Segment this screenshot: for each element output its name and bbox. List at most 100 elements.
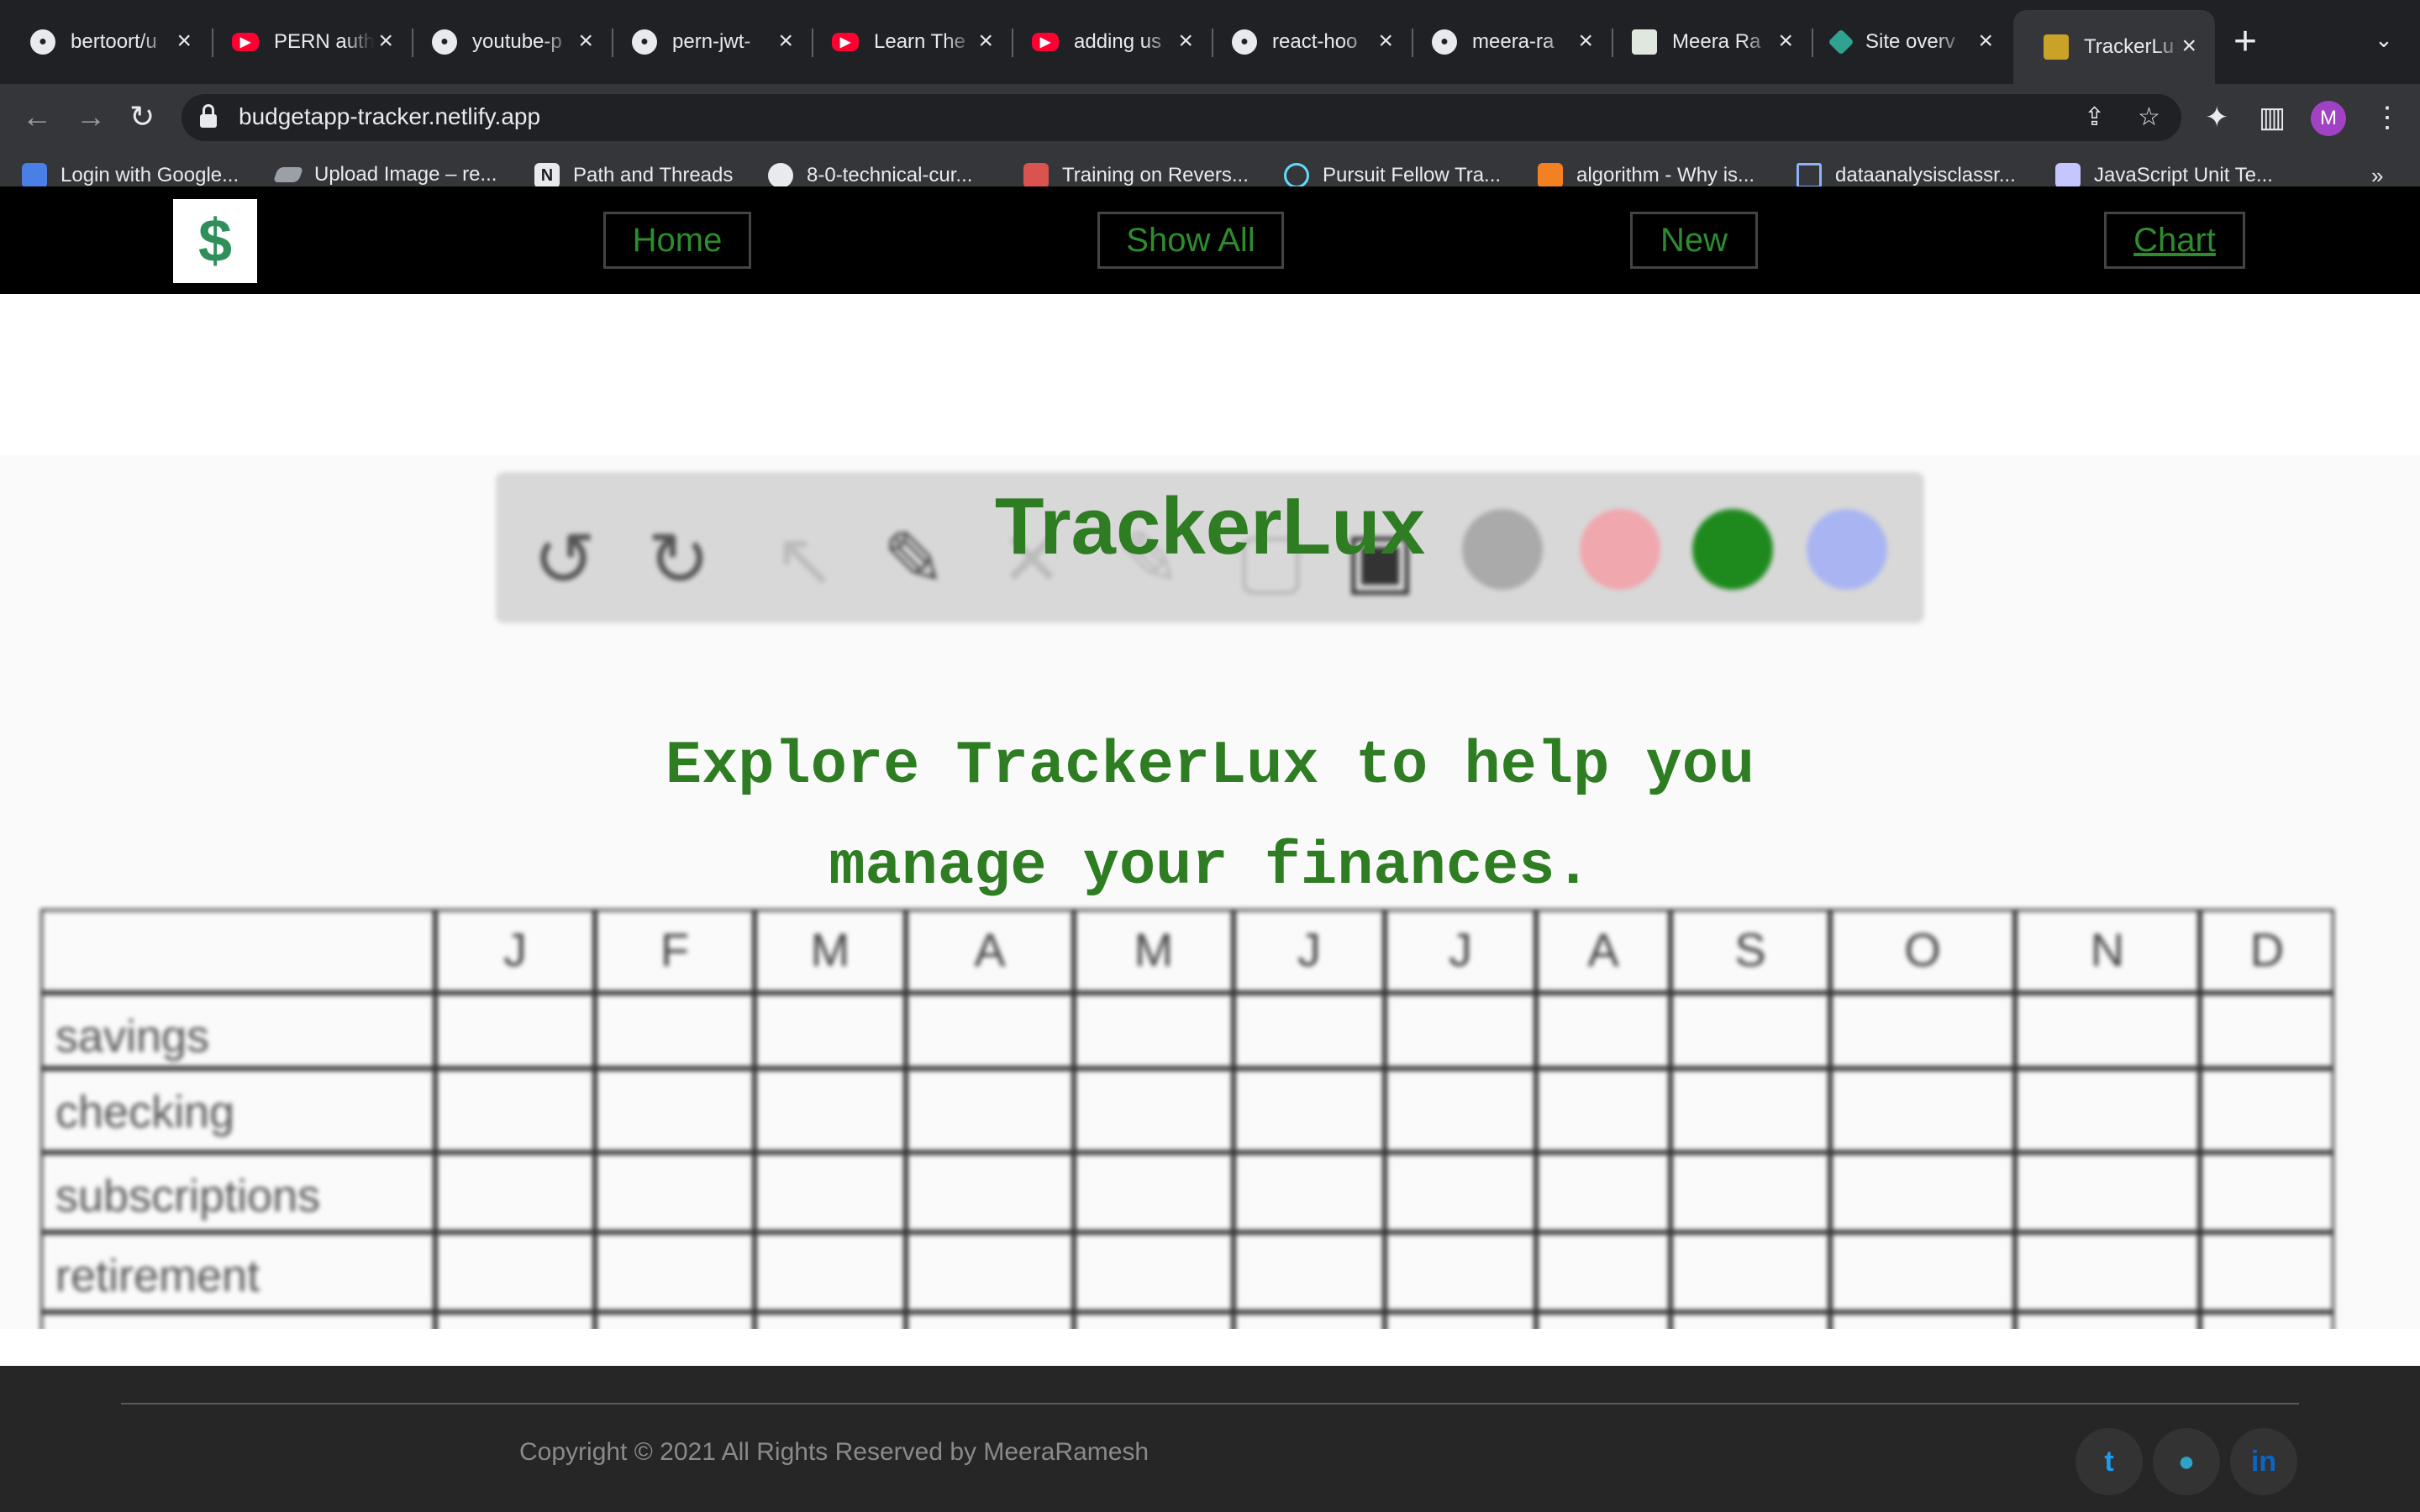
close-tab-icon[interactable]: × [1778,27,1793,55]
bookmark-label: Login with Google... [60,164,239,186]
github-icon: ● [1232,29,1257,55]
bookmark-label: Upload Image – re... [314,163,497,186]
training-icon [1023,163,1049,188]
share-icon[interactable]: ⇪ [2084,102,2105,132]
github-icon: ● [1432,29,1457,55]
forward-icon[interactable]: → [76,99,106,134]
linkedin-icon[interactable]: in [2230,1428,2297,1495]
github-icon [768,163,793,188]
nav-home-link[interactable]: Home [603,212,751,269]
tab-search-icon[interactable]: ⌄ [2375,27,2393,53]
browser-tab[interactable]: Site overv × [1802,15,2012,69]
tab-title: pern-jwt- [672,30,751,53]
close-tab-icon[interactable]: × [978,27,993,55]
nav-show-all-link[interactable]: Show All [1097,212,1284,269]
bookmark-item[interactable]: Pursuit Fellow Tra... [1284,163,1501,188]
app-navbar: $ Home Show All New Chart [0,186,2420,294]
browser-tab[interactable]: ▶ Learn The × [802,15,1012,69]
trackerlux-icon [2044,34,2069,60]
browser-tab[interactable]: ● react-hoo × [1202,15,1412,69]
youtube-icon: ▶ [232,33,259,51]
close-tab-icon[interactable]: × [1378,27,1393,55]
browser-tab[interactable]: ● youtube-p × [402,15,612,69]
new-tab-icon[interactable]: + [2233,18,2257,65]
side-panel-icon[interactable]: ▥ [2259,101,2286,134]
code-page-icon [2055,163,2081,188]
bookmark-item[interactable]: 8-0-technical-cur... [768,163,972,188]
bookmark-star-icon[interactable]: ☆ [2138,102,2160,132]
close-tab-icon[interactable]: × [378,27,393,55]
close-tab-icon[interactable]: × [176,27,192,55]
tagline-line-2: manage your finances. [829,832,1591,901]
grid-month-label: A [974,923,1006,976]
reload-icon[interactable]: ↻ [129,99,155,134]
nav-chart-link[interactable]: Chart [2104,212,2245,269]
browser-tab[interactable]: ● meera-ra × [1402,15,1612,69]
tab-title: react-hoo [1272,30,1358,53]
browser-tab[interactable]: ▶ adding us × [1002,15,1212,69]
tab-title: adding us [1074,30,1162,53]
address-bar[interactable]: budgetapp-tracker.netlify.app ⇪ ☆ [182,94,2181,141]
close-tab-icon[interactable]: × [578,27,593,55]
more-bookmarks-icon[interactable]: » [2371,163,2383,189]
bookmark-label: Path and Threads [573,164,734,186]
grid-row-label: retirement [55,1251,260,1301]
github-icon: ● [632,29,657,55]
tab-title: youtube-p [472,30,562,53]
browser-tab[interactable]: Meera Ra × [1602,15,1812,69]
tab-title: TrackerLu [2084,35,2175,58]
site-footer: Copyright © 2021 All Rights Reserved by … [0,1366,2420,1512]
profile-avatar[interactable]: M [2311,101,2346,136]
grid-month-label: M [1134,923,1174,976]
close-tab-icon[interactable]: × [2181,32,2196,60]
bookmark-item[interactable]: Training on Revers... [1023,163,1249,188]
netlify-icon [1828,29,1854,55]
github-icon: ● [30,29,55,55]
grid-month-label: A [1587,923,1619,976]
browser-tab[interactable]: ● bertoort/u × [0,15,210,69]
bookmark-item[interactable]: Login with Google... [22,163,239,188]
grid-row-label: savings [55,1011,209,1062]
back-icon[interactable]: ← [22,99,52,134]
bookmark-label: Training on Revers... [1062,164,1249,186]
grid-month-label: M [811,923,850,976]
menu-icon[interactable]: ⋮ [2373,101,2402,134]
github-icon[interactable]: ● [2153,1428,2220,1495]
document-icon [1632,29,1657,55]
react-icon [1284,163,1309,188]
twitter-icon[interactable]: t [2075,1428,2143,1495]
grid-row-label: checking [55,1087,234,1137]
nav-new-link[interactable]: New [1630,212,1758,269]
tab-title: meera-ra [1472,30,1555,53]
close-tab-icon[interactable]: × [778,27,793,55]
hero-title: TrackerLux [994,481,1426,571]
close-tab-icon[interactable]: × [1178,27,1193,55]
bookmark-item[interactable]: JavaScript Unit Te... [2055,163,2273,188]
bookmark-item[interactable]: algorithm - Why is... [1538,163,1754,188]
grid-month-label: J [503,923,527,976]
close-tab-icon[interactable]: × [1578,27,1593,55]
youtube-icon: ▶ [832,33,859,51]
browser-tab-active[interactable]: TrackerLu × [2013,10,2215,84]
bookmark-label: JavaScript Unit Te... [2094,164,2273,186]
footer-divider [121,1403,2299,1404]
notion-icon: N [534,163,560,188]
hero-section: ↺ ↻ ↖ ✎ ✕ ✎ ▢ ▣ J F M A M J J A S O N Dsavings check… [0,455,2420,1329]
grid-month-label: D [2250,923,2284,976]
dollar-logo[interactable]: $ [173,199,257,283]
layers-icon [272,167,304,182]
bookmark-item[interactable]: N Path and Threads [534,163,733,188]
bookmark-item[interactable]: Upload Image – re... [272,163,497,186]
grid-month-label: J [1449,923,1472,976]
browser-tab[interactable]: ● pern-jwt- × [602,15,812,69]
browser-toolbar: ← → ↻ budgetapp-tracker.netlify.app ⇪ ☆ … [0,84,2420,151]
hero-tagline: Explore TrackerLux to help you manage yo… [504,716,1916,917]
url-text: budgetapp-tracker.netlify.app [239,103,541,129]
bookmark-item[interactable]: dataanalysisclassr... [1797,163,2016,188]
grid-month-label: J [1297,923,1321,976]
close-tab-icon[interactable]: × [1978,27,1993,55]
browser-tab[interactable]: ▶ PERN auth × [202,15,412,69]
copyright-text: Copyright © 2021 All Rights Reserved by … [519,1438,1150,1466]
tab-title: PERN auth [274,30,375,53]
extensions-icon[interactable]: ✦ [2205,101,2229,134]
